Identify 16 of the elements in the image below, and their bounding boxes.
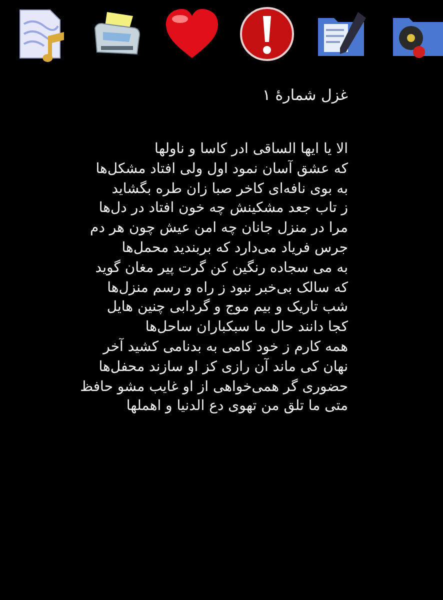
poem-verse: ز تاب جعد مشکینش چه خون افتاد در دل‌ها <box>98 199 348 218</box>
poem-verse: همه کارم ز خود کامی به بدنامی کشید آخر <box>102 338 348 357</box>
poem-verse: نهان کی ماند آن رازی کز او سازند محفل‌ها <box>98 358 348 377</box>
poem-title: غزل شمارهٔ ۱ <box>261 86 348 104</box>
poem-verse: مرا در منزل جانان چه امن عیش چون هر دم <box>89 219 348 238</box>
poem-verse: کجا دانند حال ما سبکباران ساحل‌ها <box>144 318 348 338</box>
poem-verse: به می سجاده رنگین کن گرت پیر مغان گوید <box>94 258 348 278</box>
poem-verse: شب تاریک و بیم موج و گردابی چنین هایل <box>106 298 348 318</box>
poem-verse: که سالک بی‌خبر نبود ز راه و رسم منزل‌ها <box>106 278 348 298</box>
poem-verse: حضوری گر همی‌خواهی از او غایب مشو حافظ <box>79 378 348 397</box>
poem-verse: به بوی نافه‌ای کاخر صبا زان طره بگشاید <box>110 180 348 199</box>
poem-verse: که عشق آسان نمود اول ولی افتاد مشکل‌ها <box>94 160 348 179</box>
exclamation-icon[interactable] <box>239 6 295 62</box>
poem-verse: متی ما تلق من تهوی دع الدنیا و اهملها <box>125 397 348 416</box>
poem-verse: جرس فریاد می‌دارد که بربندید محمل‌ها <box>120 238 348 258</box>
poem-verse: الا یا ایها الساقی ادر کاسا و ناولها <box>154 140 348 159</box>
